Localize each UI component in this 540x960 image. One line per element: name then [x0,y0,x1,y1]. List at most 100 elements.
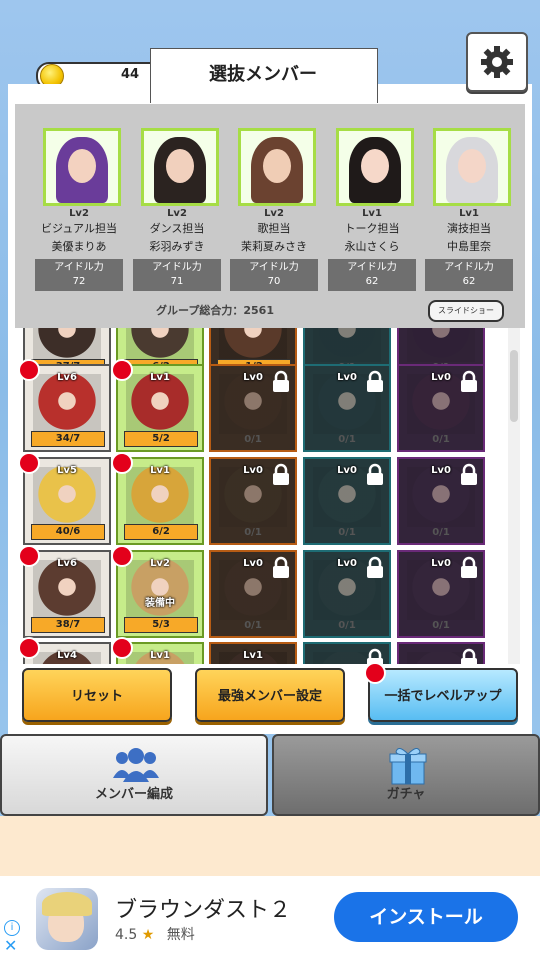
settings-button[interactable] [466,32,528,92]
tab-members[interactable]: メンバー編成 [0,734,268,816]
power-label: アイドル力 [54,262,104,273]
tab-gacha[interactable]: ガチャ [272,734,540,816]
gift-icon [389,748,427,785]
selected-member-card[interactable]: Lv1 トーク担当永山さくらアイドル力 62 [328,128,416,291]
cell-count: 0/1 [244,527,262,538]
cell-portrait [126,560,194,620]
member-grid-cell[interactable]: Lv0 0/1 [397,550,485,638]
cell-portrait [126,328,194,362]
member-grid-cell[interactable]: Lv0 0/1 [303,364,391,452]
power-value: 62 [365,276,379,287]
member-grid-cell[interactable] [397,642,485,664]
selected-member-card[interactable]: Lv2 ダンス担当 彩羽みずき アイドル力 71 [133,128,221,291]
notification-dot [18,359,40,381]
member-grid-cell[interactable]: Lv0 0/1 [209,364,297,452]
cell-count: 0/1 [244,620,262,631]
member-name: 中島里奈 [447,240,491,253]
notification-dot [18,637,40,659]
notification-dot [111,452,133,474]
best-members-button[interactable]: 最強メンバー設定 [195,668,345,722]
equipped-label: 装備中 [145,598,175,609]
cell-count: 5/2 [124,431,198,447]
ad-rating: 4.5 [115,927,138,943]
power-box: アイドル力 70 [230,259,318,291]
cell-count: 0/1 [432,434,450,445]
grid-scroll-thumb[interactable] [510,350,518,422]
tab-members-label: メンバー編成 [94,787,173,802]
lock-icon [273,370,289,392]
member-level: Lv2 [264,208,284,219]
cell-count: 0/1 [244,434,262,445]
page-title: 選抜メンバー [209,64,317,85]
portrait-face [458,149,486,183]
notification-dot [111,359,133,381]
cell-portrait [126,374,194,434]
power-value: 72 [72,276,86,287]
ad-info-icon[interactable]: i [4,920,20,936]
cell-portrait [33,560,101,620]
lock-icon [461,463,477,485]
ad-title: ブラウンダスト２ [115,898,292,923]
member-grid-cell[interactable]: Lv0 0/1 [397,364,485,452]
member-role: 歌担当 [257,222,291,235]
cell-count: 38/7 [31,617,105,633]
cell-portrait [33,467,101,527]
ad-app-icon[interactable] [36,888,98,950]
cell-portrait [407,328,475,362]
notification-dot [364,662,386,684]
member-grid-cell[interactable] [303,642,391,664]
member-name: 彩羽みずき [149,240,205,253]
gear-icon [481,46,513,78]
install-button[interactable]: インストール [334,892,518,942]
cell-count: 0/1 [338,620,356,631]
ad-close-icon[interactable]: ✕ [4,936,17,955]
member-grid[interactable]: 37/76/21/20/10/1Lv634/7Lv15/2Lv00/1Lv00/… [15,328,507,664]
selected-member-card[interactable]: Lv1 演技担当 中島里奈 アイドル力 62 [425,128,513,291]
member-level: Lv1 [362,208,382,219]
member-role: 演技担当 [447,222,491,235]
lock-icon [461,556,477,578]
level-up-all-button[interactable]: 一括でレベルアップ [368,668,518,722]
lock-icon [461,370,477,392]
power-label: アイドル力 [444,262,494,273]
cell-portrait [313,328,381,362]
member-portrait[interactable] [141,128,219,206]
cell-portrait [33,374,101,434]
member-grid-cell[interactable]: Lv0 0/1 [303,550,391,638]
reset-button[interactable]: リセット [22,668,172,722]
notification-dot [111,545,133,567]
lock-icon [461,648,477,664]
power-value: 62 [462,276,476,287]
ad-rating-row: 4.5 ★ 無料 [115,924,195,944]
notification-dot [18,452,40,474]
member-grid-cell[interactable]: Lv0 0/1 [209,457,297,545]
power-box: アイドル力 71 [133,259,221,291]
member-level: Lv2 [69,208,89,219]
member-level: Lv2 [167,208,187,219]
notification-dot [111,637,133,659]
slideshow-button[interactable]: スライドショー [428,300,504,322]
member-portrait[interactable] [336,128,414,206]
member-role: トーク担当 [344,222,400,235]
member-grid-cell[interactable]: Lv0 0/1 [303,457,391,545]
power-label: アイドル力 [347,262,397,273]
power-box: アイドル力 72 [35,259,123,291]
power-value: 70 [267,276,281,287]
power-label: アイドル力 [249,262,299,273]
ad-banner[interactable]: ブラウンダスト２ 4.5 ★ 無料 インストール i ✕ [0,876,540,960]
cell-count: 0/1 [432,527,450,538]
cell-count: 5/3 [124,617,198,633]
cell-count: 0/1 [432,620,450,631]
member-portrait[interactable] [238,128,316,206]
cell-portrait [33,328,101,362]
member-name: 永山さくら [344,240,400,253]
selected-member-card[interactable]: Lv2 ビジュアル担当 美優まりあ アイドル力 72 [35,128,123,291]
member-grid-cell[interactable]: Lv0 0/1 [397,457,485,545]
selected-member-card[interactable]: Lv2 歌担当 茉莉夏みさき アイドル力 70 [230,128,318,291]
member-portrait[interactable] [43,128,121,206]
member-grid-cell[interactable]: Lv1 [209,642,297,664]
member-portrait[interactable] [433,128,511,206]
cell-count: 6/2 [124,524,198,540]
power-box: アイドル力 62 [328,259,416,291]
member-grid-cell[interactable]: Lv0 0/1 [209,550,297,638]
